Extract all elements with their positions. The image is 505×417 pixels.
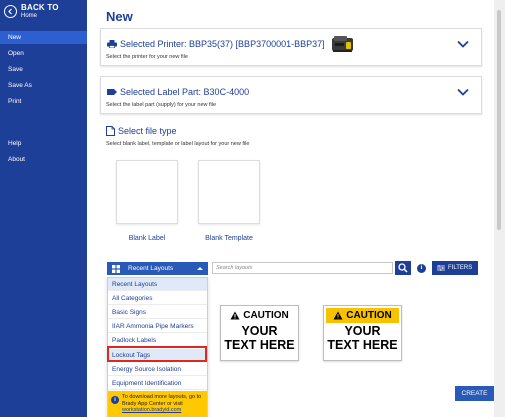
back-to-home-button[interactable]: BACK TO Home [4,4,59,19]
back-arrow-icon [4,5,17,18]
vertical-scrollbar[interactable] [494,0,505,417]
info-icon: i [111,396,119,404]
selected-printer-subtitle: Select the printer for your new file [106,54,188,60]
footer-link[interactable]: workstation.bradyid.com [122,407,181,413]
category-dropdown-label: Recent Layouts [128,265,174,272]
caution-body-line2: TEXT HERE [327,338,398,352]
chevron-down-icon[interactable] [457,40,469,48]
info-icon[interactable]: i [417,264,426,273]
sidebar-item-help[interactable]: Help [0,137,87,150]
back-subtitle: Home [21,13,38,19]
filter-sliders-icon [437,265,445,271]
search-icon [398,263,408,273]
chevron-down-icon[interactable] [457,88,469,96]
printer-card[interactable]: Selected Printer: BBP35(37) [BBP3700001-… [100,28,482,66]
sidebar: BACK TO Home New Open Save Save As Print… [0,0,87,417]
highlight-box [107,346,207,362]
file-type-subtitle: Select blank label, template or label la… [106,141,250,147]
dropdown-item-iiar-ammonia[interactable]: IIAR Ammonia Pipe Markers [108,320,207,333]
caution-header: CAUTION [326,308,399,323]
search-input[interactable]: Search layouts [212,262,393,274]
sidebar-item-about[interactable]: About [0,153,87,166]
selected-printer-title: Selected Printer: BBP35(37) [BBP3700001-… [120,39,325,49]
sidebar-item-save[interactable]: Save [0,63,87,76]
search-button[interactable] [395,261,411,275]
blank-label-tile[interactable] [116,160,178,224]
category-dropdown-button[interactable]: Recent Layouts [107,262,208,275]
caution-header: CAUTION [223,308,296,323]
blank-template-tile[interactable] [198,160,260,224]
dropdown-item-energy-source[interactable]: Energy Source Isolation [108,363,207,376]
label-part-card[interactable]: Selected Label Part: B30C-4000 Select th… [100,76,482,114]
warning-triangle-icon [333,311,343,320]
layout-thumbnail[interactable]: CAUTION YOUR TEXT HERE [323,305,402,361]
caution-header-text: CAUTION [346,310,392,321]
dropdown-item-all-categories[interactable]: All Categories [108,292,207,305]
warning-triangle-icon [230,311,240,320]
page-title: New [106,9,133,24]
filters-button[interactable]: FILTERS [432,261,478,275]
dropdown-footer: i To download more layouts, go to Brady … [108,391,207,417]
label-tag-icon [107,89,117,95]
selected-label-title: Selected Label Part: B30C-4000 [120,87,250,97]
printer-icon [107,40,117,48]
blank-label-caption[interactable]: Blank Label [107,235,187,242]
printer-device-icon [332,36,353,52]
dropdown-item-equipment-id[interactable]: Equipment Identification [108,377,207,390]
dropdown-item-recent-layouts[interactable]: Recent Layouts [108,278,207,291]
caution-body-line2: TEXT HERE [224,338,295,352]
sidebar-item-open[interactable]: Open [0,47,87,60]
sidebar-item-new[interactable]: New [0,31,87,44]
filters-label: FILTERS [448,265,473,271]
caution-header-text: CAUTION [243,310,289,321]
sidebar-item-save-as[interactable]: Save As [0,79,87,92]
caution-body-line1: YOUR [344,324,381,338]
blank-template-caption[interactable]: Blank Template [189,235,269,242]
dropdown-item-basic-signs[interactable]: Basic Signs [108,306,207,319]
sidebar-item-print[interactable]: Print [0,95,87,108]
caution-body-line1: YOUR [241,324,278,338]
layout-thumbnail[interactable]: CAUTION YOUR TEXT HERE [220,305,299,361]
grid-icon [112,265,120,273]
scrollbar-thumb[interactable] [497,10,501,230]
footer-text: To download more layouts, go to Brady Ap… [122,394,202,407]
caret-up-icon [197,267,203,270]
file-icon [106,126,115,136]
back-title: BACK TO [21,3,59,12]
selected-label-subtitle: Select the label part (supply) for your … [106,102,217,108]
create-button[interactable]: CREATE [455,386,494,401]
file-type-title: Select file type [118,126,177,136]
